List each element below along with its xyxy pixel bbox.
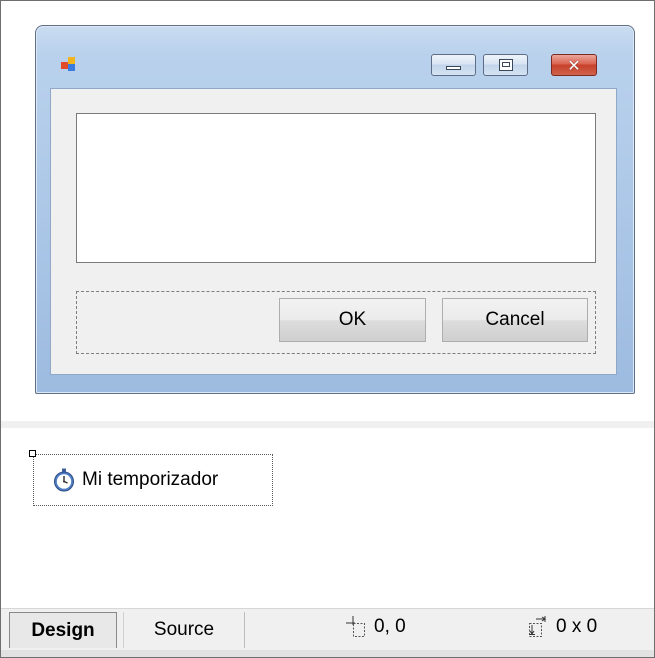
- button-panel[interactable]: OK Cancel: [76, 291, 596, 354]
- design-surface[interactable]: ✕ OK Cancel: [1, 1, 654, 421]
- maximize-icon: [499, 59, 513, 71]
- bottom-strip: [1, 650, 654, 657]
- app-icon: [61, 57, 77, 73]
- close-button[interactable]: ✕: [551, 54, 597, 76]
- designer-statusbar: Design Source 0, 0 0 x 0: [1, 608, 654, 651]
- minimize-button[interactable]: [431, 54, 476, 76]
- location-value: 0, 0: [374, 616, 406, 637]
- location-icon: [346, 616, 365, 637]
- minimize-icon: [446, 66, 461, 70]
- designer-frame: ✕ OK Cancel Mi temporizador Design Sourc…: [0, 0, 655, 658]
- form-client-area[interactable]: OK Cancel: [50, 88, 617, 375]
- timer-component[interactable]: Mi temporizador: [29, 450, 273, 506]
- maximize-button[interactable]: [483, 54, 528, 76]
- ok-button[interactable]: OK: [279, 298, 426, 342]
- size-value: 0 x 0: [556, 616, 598, 637]
- form-window[interactable]: ✕ OK Cancel: [35, 25, 635, 394]
- tab-design[interactable]: Design: [9, 612, 117, 648]
- selection-grip[interactable]: [29, 450, 36, 457]
- stopwatch-icon: [54, 468, 74, 492]
- multiline-textbox[interactable]: [76, 113, 596, 263]
- location-readout: 0, 0: [346, 616, 406, 638]
- component-tray[interactable]: Mi temporizador: [1, 428, 654, 608]
- timer-component-label: Mi temporizador: [82, 469, 219, 490]
- cancel-button[interactable]: Cancel: [442, 298, 588, 342]
- size-readout: 0 x 0: [528, 616, 597, 638]
- size-icon: [529, 616, 546, 637]
- close-icon: ✕: [567, 55, 581, 75]
- tab-source[interactable]: Source: [123, 612, 245, 648]
- tray-separator[interactable]: [1, 421, 654, 428]
